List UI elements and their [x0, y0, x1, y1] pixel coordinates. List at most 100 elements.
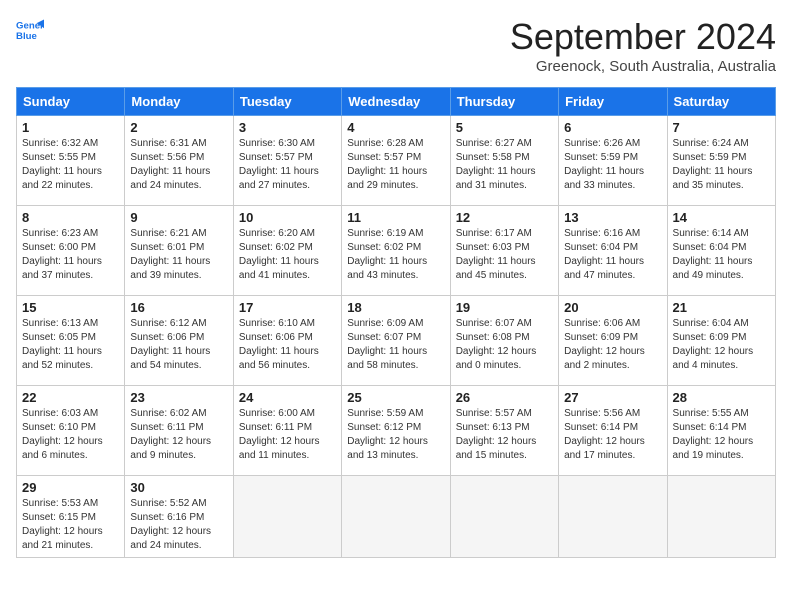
calendar-cell: 2 Sunrise: 6:31 AMSunset: 5:56 PMDayligh…: [125, 116, 233, 206]
calendar-week-row: 1 Sunrise: 6:32 AMSunset: 5:55 PMDayligh…: [17, 116, 776, 206]
day-number: 30: [130, 480, 227, 495]
calendar-week-row: 22 Sunrise: 6:03 AMSunset: 6:10 PMDaylig…: [17, 386, 776, 476]
cell-info: Sunrise: 6:12 AMSunset: 6:06 PMDaylight:…: [130, 318, 210, 371]
cell-info: Sunrise: 6:07 AMSunset: 6:08 PMDaylight:…: [456, 318, 537, 371]
cell-info: Sunrise: 6:04 AMSunset: 6:09 PMDaylight:…: [673, 318, 754, 371]
day-number: 13: [564, 210, 661, 225]
calendar-cell: 4 Sunrise: 6:28 AMSunset: 5:57 PMDayligh…: [342, 116, 450, 206]
cell-info: Sunrise: 5:59 AMSunset: 6:12 PMDaylight:…: [347, 408, 428, 461]
cell-info: Sunrise: 6:13 AMSunset: 6:05 PMDaylight:…: [22, 318, 102, 371]
weekday-header: Sunday: [17, 88, 125, 116]
day-number: 2: [130, 120, 227, 135]
cell-info: Sunrise: 6:02 AMSunset: 6:11 PMDaylight:…: [130, 408, 211, 461]
calendar-cell: 9 Sunrise: 6:21 AMSunset: 6:01 PMDayligh…: [125, 206, 233, 296]
day-number: 7: [673, 120, 770, 135]
cell-info: Sunrise: 6:10 AMSunset: 6:06 PMDaylight:…: [239, 318, 319, 371]
page-header: General Blue September 2024 Greenock, So…: [16, 16, 776, 75]
cell-info: Sunrise: 6:23 AMSunset: 6:00 PMDaylight:…: [22, 228, 102, 281]
cell-info: Sunrise: 6:26 AMSunset: 5:59 PMDaylight:…: [564, 138, 644, 191]
day-number: 21: [673, 300, 770, 315]
calendar-week-row: 15 Sunrise: 6:13 AMSunset: 6:05 PMDaylig…: [17, 296, 776, 386]
calendar-cell: [450, 476, 558, 558]
weekday-header: Friday: [559, 88, 667, 116]
cell-info: Sunrise: 6:14 AMSunset: 6:04 PMDaylight:…: [673, 228, 753, 281]
calendar-cell: 27 Sunrise: 5:56 AMSunset: 6:14 PMDaylig…: [559, 386, 667, 476]
calendar-cell: 8 Sunrise: 6:23 AMSunset: 6:00 PMDayligh…: [17, 206, 125, 296]
calendar-cell: 14 Sunrise: 6:14 AMSunset: 6:04 PMDaylig…: [667, 206, 775, 296]
calendar-week-row: 8 Sunrise: 6:23 AMSunset: 6:00 PMDayligh…: [17, 206, 776, 296]
cell-info: Sunrise: 6:28 AMSunset: 5:57 PMDaylight:…: [347, 138, 427, 191]
calendar-cell: 30 Sunrise: 5:52 AMSunset: 6:16 PMDaylig…: [125, 476, 233, 558]
day-number: 16: [130, 300, 227, 315]
day-number: 8: [22, 210, 119, 225]
calendar-cell: 28 Sunrise: 5:55 AMSunset: 6:14 PMDaylig…: [667, 386, 775, 476]
day-number: 23: [130, 390, 227, 405]
cell-info: Sunrise: 6:03 AMSunset: 6:10 PMDaylight:…: [22, 408, 103, 461]
cell-info: Sunrise: 6:21 AMSunset: 6:01 PMDaylight:…: [130, 228, 210, 281]
day-number: 28: [673, 390, 770, 405]
calendar-cell: 11 Sunrise: 6:19 AMSunset: 6:02 PMDaylig…: [342, 206, 450, 296]
cell-info: Sunrise: 5:57 AMSunset: 6:13 PMDaylight:…: [456, 408, 537, 461]
weekday-header-row: SundayMondayTuesdayWednesdayThursdayFrid…: [17, 88, 776, 116]
calendar-cell: 25 Sunrise: 5:59 AMSunset: 6:12 PMDaylig…: [342, 386, 450, 476]
calendar-table: SundayMondayTuesdayWednesdayThursdayFrid…: [16, 87, 776, 558]
cell-info: Sunrise: 6:00 AMSunset: 6:11 PMDaylight:…: [239, 408, 320, 461]
day-number: 22: [22, 390, 119, 405]
calendar-cell: [667, 476, 775, 558]
calendar-cell: 26 Sunrise: 5:57 AMSunset: 6:13 PMDaylig…: [450, 386, 558, 476]
calendar-cell: 22 Sunrise: 6:03 AMSunset: 6:10 PMDaylig…: [17, 386, 125, 476]
weekday-header: Wednesday: [342, 88, 450, 116]
day-number: 4: [347, 120, 444, 135]
calendar-cell: 29 Sunrise: 5:53 AMSunset: 6:15 PMDaylig…: [17, 476, 125, 558]
calendar-cell: 10 Sunrise: 6:20 AMSunset: 6:02 PMDaylig…: [233, 206, 341, 296]
calendar-cell: 13 Sunrise: 6:16 AMSunset: 6:04 PMDaylig…: [559, 206, 667, 296]
day-number: 27: [564, 390, 661, 405]
weekday-header: Saturday: [667, 88, 775, 116]
cell-info: Sunrise: 6:06 AMSunset: 6:09 PMDaylight:…: [564, 318, 645, 371]
day-number: 19: [456, 300, 553, 315]
day-number: 10: [239, 210, 336, 225]
calendar-cell: 6 Sunrise: 6:26 AMSunset: 5:59 PMDayligh…: [559, 116, 667, 206]
day-number: 20: [564, 300, 661, 315]
cell-info: Sunrise: 5:53 AMSunset: 6:15 PMDaylight:…: [22, 498, 103, 551]
cell-info: Sunrise: 6:30 AMSunset: 5:57 PMDaylight:…: [239, 138, 319, 191]
location-title: Greenock, South Australia, Australia: [510, 58, 776, 75]
cell-info: Sunrise: 6:32 AMSunset: 5:55 PMDaylight:…: [22, 138, 102, 191]
weekday-header: Monday: [125, 88, 233, 116]
day-number: 3: [239, 120, 336, 135]
calendar-cell: [342, 476, 450, 558]
calendar-cell: 19 Sunrise: 6:07 AMSunset: 6:08 PMDaylig…: [450, 296, 558, 386]
cell-info: Sunrise: 6:27 AMSunset: 5:58 PMDaylight:…: [456, 138, 536, 191]
calendar-cell: 7 Sunrise: 6:24 AMSunset: 5:59 PMDayligh…: [667, 116, 775, 206]
calendar-week-row: 29 Sunrise: 5:53 AMSunset: 6:15 PMDaylig…: [17, 476, 776, 558]
day-number: 9: [130, 210, 227, 225]
calendar-cell: 16 Sunrise: 6:12 AMSunset: 6:06 PMDaylig…: [125, 296, 233, 386]
day-number: 11: [347, 210, 444, 225]
calendar-cell: [233, 476, 341, 558]
calendar-cell: 17 Sunrise: 6:10 AMSunset: 6:06 PMDaylig…: [233, 296, 341, 386]
day-number: 12: [456, 210, 553, 225]
calendar-cell: 5 Sunrise: 6:27 AMSunset: 5:58 PMDayligh…: [450, 116, 558, 206]
calendar-cell: 20 Sunrise: 6:06 AMSunset: 6:09 PMDaylig…: [559, 296, 667, 386]
day-number: 26: [456, 390, 553, 405]
calendar-cell: [559, 476, 667, 558]
calendar-cell: 24 Sunrise: 6:00 AMSunset: 6:11 PMDaylig…: [233, 386, 341, 476]
day-number: 6: [564, 120, 661, 135]
calendar-cell: 3 Sunrise: 6:30 AMSunset: 5:57 PMDayligh…: [233, 116, 341, 206]
weekday-header: Tuesday: [233, 88, 341, 116]
cell-info: Sunrise: 5:55 AMSunset: 6:14 PMDaylight:…: [673, 408, 754, 461]
day-number: 14: [673, 210, 770, 225]
day-number: 24: [239, 390, 336, 405]
svg-text:Blue: Blue: [16, 31, 37, 42]
calendar-cell: 23 Sunrise: 6:02 AMSunset: 6:11 PMDaylig…: [125, 386, 233, 476]
cell-info: Sunrise: 6:19 AMSunset: 6:02 PMDaylight:…: [347, 228, 427, 281]
day-number: 1: [22, 120, 119, 135]
calendar-cell: 1 Sunrise: 6:32 AMSunset: 5:55 PMDayligh…: [17, 116, 125, 206]
month-title: September 2024: [510, 16, 776, 58]
cell-info: Sunrise: 6:31 AMSunset: 5:56 PMDaylight:…: [130, 138, 210, 191]
calendar-cell: 15 Sunrise: 6:13 AMSunset: 6:05 PMDaylig…: [17, 296, 125, 386]
day-number: 18: [347, 300, 444, 315]
logo-icon: General Blue: [16, 16, 44, 44]
cell-info: Sunrise: 6:09 AMSunset: 6:07 PMDaylight:…: [347, 318, 427, 371]
calendar-cell: 12 Sunrise: 6:17 AMSunset: 6:03 PMDaylig…: [450, 206, 558, 296]
